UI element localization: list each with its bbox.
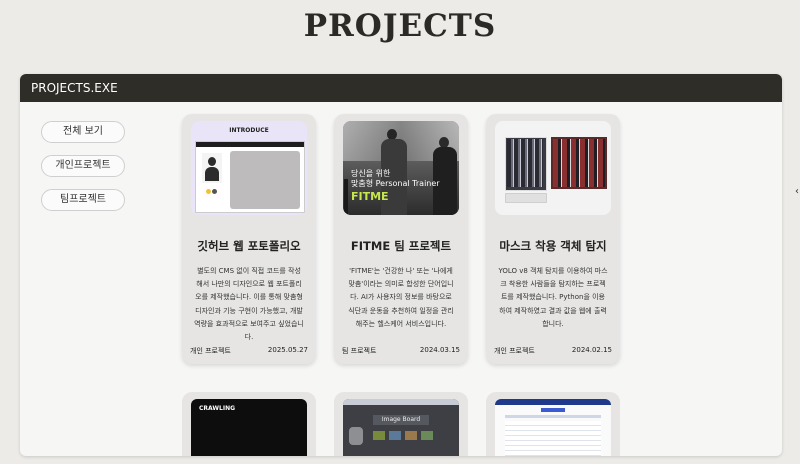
project-thumbnail: CRAWLING xyxy=(191,399,307,456)
project-thumbnail: 당신을 위한 맞춤형 Personal Trainer FITME xyxy=(343,121,459,215)
project-card-board[interactable] xyxy=(486,392,620,456)
projects-window: PROJECTS.EXE 전체 보기 개인프로젝트 팀프로젝트 INTRODUC… xyxy=(20,74,782,456)
window-titlebar: PROJECTS.EXE xyxy=(20,74,782,102)
thumb-heading: Image Board xyxy=(373,415,429,425)
project-card-crawling[interactable]: CRAWLING xyxy=(182,392,316,456)
project-type: 개인 프로젝트 xyxy=(494,347,535,355)
chevron-left-icon[interactable]: ‹ xyxy=(795,186,799,197)
thumb-brand: FITME xyxy=(351,190,389,203)
project-title: 마스크 착용 객체 탐지 xyxy=(499,239,607,253)
thumb-tagline: 당신을 위한 xyxy=(351,169,391,178)
thumb-subtitle: 맞춤형 Personal Trainer xyxy=(351,179,440,188)
filter-all-button[interactable]: 전체 보기 xyxy=(41,121,125,143)
project-thumbnail: INTRODUCE xyxy=(191,121,307,215)
project-date: 2025.05.27 xyxy=(267,346,308,354)
project-card-portfolio[interactable]: INTRODUCE 깃허브 웹 포토폴리오 별도의 CMS 없이 직접 코드를 … xyxy=(182,114,316,364)
project-thumbnail xyxy=(495,399,611,456)
project-title: FITME 팀 프로젝트 xyxy=(350,239,452,253)
project-thumbnail: Image Board xyxy=(343,399,459,456)
filter-team-button[interactable]: 팀프로젝트 xyxy=(41,189,125,211)
project-description: YOLO v8 객체 탐지를 이용하여 마스크 착용한 사람들을 탐지하는 프로… xyxy=(498,267,608,328)
project-card-mask-detection[interactable]: 마스크 착용 객체 탐지 YOLO v8 객체 탐지를 이용하여 마스크 착용한… xyxy=(486,114,620,364)
project-card-image-board[interactable]: Image Board xyxy=(334,392,468,456)
project-date: 2024.02.15 xyxy=(571,346,612,354)
thumb-heading: CRAWLING xyxy=(199,405,236,412)
project-date: 2024.03.15 xyxy=(419,346,460,354)
project-title: 깃허브 웹 포토폴리오 xyxy=(197,239,301,253)
profile-photo xyxy=(202,153,222,183)
project-card-fitme[interactable]: 당신을 위한 맞춤형 Personal Trainer FITME FITME … xyxy=(334,114,468,364)
project-thumbnail xyxy=(495,121,611,215)
project-description: 별도의 CMS 없이 직접 코드를 작성해서 나만의 디자인으로 웹 포트폴리오… xyxy=(194,267,304,342)
thumb-heading: INTRODUCE xyxy=(229,127,269,134)
filter-group: 전체 보기 개인프로젝트 팀프로젝트 xyxy=(41,121,125,223)
project-type: 팀 프로젝트 xyxy=(342,347,377,355)
project-description: 'FITME'는 '건강한 나' 또는 '나에게 맞춤'이라는 의미로 합성한 … xyxy=(348,267,454,328)
filter-personal-button[interactable]: 개인프로젝트 xyxy=(41,155,125,177)
project-type: 개인 프로젝트 xyxy=(190,347,231,355)
page-title: PROJECTS xyxy=(303,8,497,44)
